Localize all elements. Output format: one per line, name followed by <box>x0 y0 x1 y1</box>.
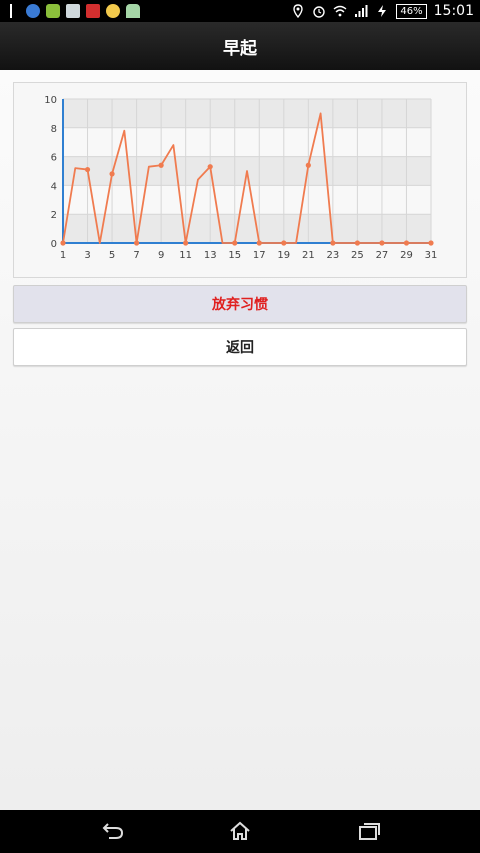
weather-icon <box>106 4 120 18</box>
system-icons: 46% 15:01 <box>291 2 474 20</box>
chart-x-tick-label: 19 <box>277 250 290 261</box>
usb-icon <box>10 4 20 18</box>
chart-point <box>403 240 410 246</box>
alarm-icon <box>313 6 326 18</box>
chart-point <box>84 166 91 173</box>
chart-point <box>379 240 385 246</box>
notification-icons <box>6 3 140 19</box>
chart-point <box>232 240 238 246</box>
page-title: 早起 <box>223 38 257 59</box>
title-bar: 早起 <box>0 22 480 70</box>
chart-band <box>63 185 431 215</box>
recents-icon[interactable] <box>357 820 381 842</box>
chart-point <box>281 240 287 246</box>
chart-x-tick-label: 17 <box>253 250 266 261</box>
status-bar: 46% 15:01 <box>0 0 480 22</box>
chart-point <box>207 164 213 170</box>
chart-point <box>305 162 311 168</box>
chart-x-tick-label: 7 <box>133 250 139 261</box>
chart-band <box>63 99 431 128</box>
android-icon <box>126 4 140 18</box>
chart-y-tick-label: 0 <box>51 239 57 250</box>
chart-point <box>183 240 189 246</box>
chart-y-tick-label: 2 <box>51 210 57 221</box>
chart-x-tick-label: 3 <box>84 250 90 261</box>
chart-point <box>354 240 360 246</box>
chart-point <box>60 240 66 246</box>
chart-y-tick-label: 8 <box>51 124 57 135</box>
abandon-habit-button[interactable]: 放弃习惯 <box>13 285 467 323</box>
chart-point <box>134 240 140 246</box>
battery-indicator: 46% <box>396 3 427 19</box>
back-icon[interactable] <box>101 820 125 842</box>
location-icon <box>293 4 304 18</box>
chart-band <box>63 214 431 243</box>
chart-x-tick-label: 21 <box>302 250 315 261</box>
chart-x-tick-label: 11 <box>179 250 192 261</box>
chart-point <box>158 162 164 168</box>
wechat-icon <box>46 4 60 18</box>
abandon-habit-label: 放弃习惯 <box>212 297 268 313</box>
chart-y-tick-label: 4 <box>51 181 57 192</box>
chart-y-tick-label: 10 <box>44 95 57 106</box>
gallery-icon <box>66 4 80 18</box>
main-content: 0 2 4 6 8 10 1 3 5 7 9 11 13 15 17 19 21 23 25 27 29 31 放弃习惯 … <box>0 70 480 810</box>
habit-chart-card: 0 2 4 6 8 10 1 3 5 7 9 11 13 15 17 19 21 23 25 27 29 31 <box>13 82 467 278</box>
chart-x-tick-label: 27 <box>376 250 389 261</box>
chart-point <box>428 240 434 246</box>
chart-x-tick-label: 5 <box>109 250 115 261</box>
clock: 15:01 <box>433 3 474 19</box>
chart-x-tick-label: 29 <box>400 250 413 261</box>
app-icon <box>86 4 100 18</box>
habit-line-chart: 02468101 3 5 7 9 11 13 15 17 19 21 23 25 27 29 31 <box>44 95 438 261</box>
chart-y-tick-label: 6 <box>51 153 57 164</box>
chrome-icon <box>26 4 40 18</box>
chart-x-tick-label: 13 <box>204 250 217 261</box>
chart-x-tick-label: 1 <box>60 250 66 261</box>
chart-x-tick-label: 23 <box>326 250 339 261</box>
chart-point <box>109 171 115 177</box>
chart-point <box>330 240 336 246</box>
back-label: 返回 <box>226 340 254 356</box>
chart-x-tick-label: 25 <box>351 250 364 261</box>
signal-icon <box>355 5 368 17</box>
navigation-bar <box>0 810 480 853</box>
chart-x-tick-label: 15 <box>228 250 241 261</box>
chart-x-tick-label: 31 <box>425 250 438 261</box>
back-button[interactable]: 返回 <box>13 328 467 366</box>
wifi-icon <box>333 5 347 17</box>
chart-x-tick-label: 9 <box>158 250 164 261</box>
charging-icon <box>378 5 387 17</box>
chart-point <box>256 240 262 246</box>
home-icon[interactable] <box>228 820 252 842</box>
